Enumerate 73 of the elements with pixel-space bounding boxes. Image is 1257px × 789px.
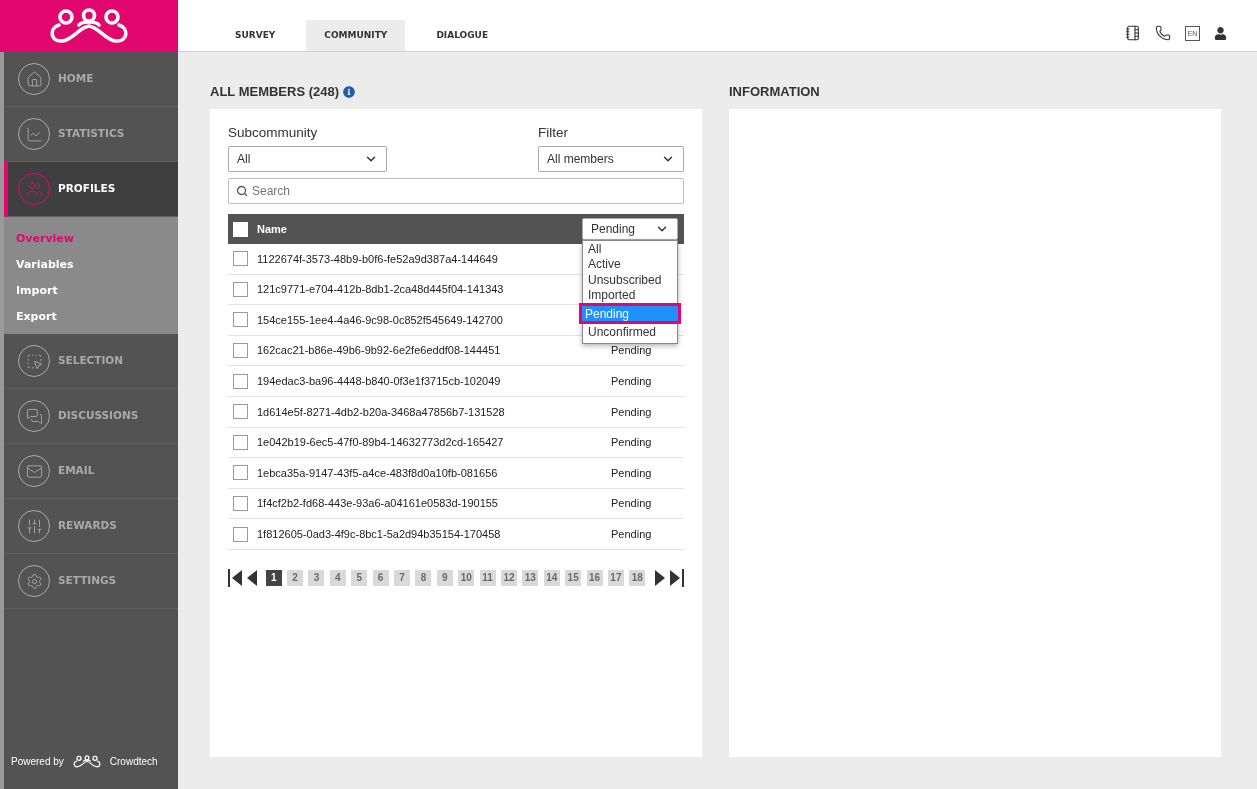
table-cell-text: 1f4cf2b2-fd68-443e-93a6-a04161e0583d-190155: [257, 496, 498, 512]
checkbox[interactable]: [233, 496, 248, 512]
page-button[interactable]: 4: [329, 569, 346, 586]
table-cell-text: 194edac3-ba96-4448-b840-0f3e1f3715cb-102049: [257, 373, 501, 389]
page-button[interactable]: 3: [308, 569, 325, 586]
page-button[interactable]: 13: [522, 569, 539, 586]
status-filter-select[interactable]: Pending: [582, 218, 678, 240]
checkbox[interactable]: [233, 281, 248, 297]
table-cell-text: 1e042b19-6ec5-47f0-89b4-14632773d2cd-165427: [257, 435, 504, 451]
submenu-item[interactable]: Variables: [16, 252, 74, 278]
page-button[interactable]: 7: [394, 569, 410, 586]
status-cell-text: Pending: [611, 496, 653, 512]
status-cell-text: Pending: [611, 404, 653, 420]
page-button[interactable]: 12: [500, 569, 517, 586]
page-button[interactable]: 18: [629, 569, 646, 586]
table-cell-text: 1122674f-3573-48b9-b0f6-fe52a9d387a4-144649: [257, 251, 498, 267]
page-button[interactable]: 9: [436, 569, 453, 586]
table-cell-text: 121c9771-e704-412b-8db1-2ca48d445f04-141343: [257, 282, 504, 298]
page-button[interactable]: 17: [607, 569, 624, 586]
phone-icon[interactable]: [1155, 25, 1171, 41]
checkbox[interactable]: [233, 373, 248, 389]
table-cell-text: 1ebca35a-9147-43f5-a4ce-483f8d0a10fb-081656: [257, 465, 498, 481]
nav-item[interactable]: PROFILES: [4, 162, 178, 217]
status-cell-text: Pending: [611, 435, 653, 451]
brand-logo: [71, 755, 102, 768]
section-title: INFORMATION: [729, 83, 820, 102]
checkbox[interactable]: [233, 343, 248, 359]
page-button[interactable]: 10: [458, 569, 475, 586]
powered-by-text: Powered by: [11, 755, 64, 769]
page-button[interactable]: 8: [415, 569, 432, 586]
status-cell-text: Pending: [611, 373, 653, 389]
page-button[interactable]: 5: [351, 569, 368, 586]
notebook-icon[interactable]: [1125, 25, 1141, 41]
page-button[interactable]: 16: [586, 569, 603, 586]
checkbox[interactable]: [233, 404, 248, 420]
page-button[interactable]: 14: [543, 569, 560, 586]
filter-select[interactable]: All members: [538, 146, 684, 172]
info-icon[interactable]: [343, 86, 356, 98]
page-button[interactable]: 11: [479, 569, 496, 586]
field-label: Filter: [538, 125, 569, 141]
table-cell-text: 162cac21-b86e-49b6-9b92-6e2fe6eddf08-144451: [257, 343, 501, 359]
table-cell-text: 1d614e5f-8271-4db2-b20a-3468a47856b7-131528: [257, 404, 505, 420]
submenu-item[interactable]: Export: [16, 304, 57, 330]
dropdown-option[interactable]: All: [583, 241, 677, 257]
tab[interactable]: COMMUNITY: [306, 20, 406, 51]
field-label: Subcommunity: [228, 125, 319, 141]
table-cell-text: 154ce155-1ee4-4a46-9c98-0c852f545649-142700: [257, 312, 503, 328]
user-icon[interactable]: [1214, 26, 1227, 40]
checkbox[interactable]: [233, 434, 248, 450]
page-button[interactable]: 1: [265, 569, 282, 586]
status-cell-text: Pending: [611, 465, 653, 481]
search-field[interactable]: Search: [228, 178, 684, 204]
checkbox[interactable]: [233, 251, 248, 267]
last-page-icon[interactable]: [670, 568, 684, 587]
submenu-item[interactable]: Import: [16, 278, 58, 304]
page-button[interactable]: 2: [287, 569, 304, 586]
status-cell-text: Pending: [611, 343, 653, 359]
page-button[interactable]: 15: [565, 569, 582, 586]
first-page-icon[interactable]: [228, 568, 242, 587]
subcommunity-select[interactable]: All: [228, 146, 387, 172]
status-cell-text: Pending: [611, 526, 653, 542]
checkbox[interactable]: [233, 465, 248, 481]
page-button[interactable]: 6: [372, 569, 389, 586]
section-title: ALL MEMBERS (248): [210, 83, 340, 102]
dropdown-option[interactable]: Pending: [579, 303, 681, 324]
brand-name: Crowdtech: [109, 755, 158, 769]
checkbox[interactable]: [233, 312, 248, 328]
column-header: Name: [257, 221, 287, 237]
dropdown-option[interactable]: Unconfirmed: [583, 324, 677, 340]
checkbox[interactable]: [233, 526, 248, 542]
search-icon: [236, 185, 248, 197]
dropdown-option[interactable]: Unsubscribed: [583, 272, 677, 288]
table-cell-text: 1f812605-0ad3-4f9c-8bc1-5a2d94b35154-170458: [257, 526, 501, 542]
